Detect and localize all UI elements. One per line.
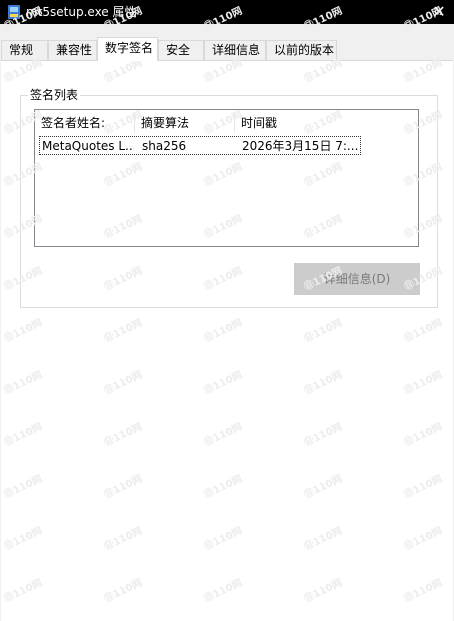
tab-compatibility[interactable]: 兼容性	[48, 40, 97, 60]
tab-previous-versions[interactable]: 以前的版本	[266, 40, 337, 60]
tab-security[interactable]: 安全	[158, 40, 204, 60]
signer-name-cell: MetaQuotes L...	[42, 139, 134, 153]
digest-algorithm-cell: sha256	[142, 139, 187, 153]
timestamp-cell: 2026年3月15日 7:...	[242, 139, 359, 153]
tab-general[interactable]: 常规	[1, 40, 48, 60]
signature-list-label: 签名列表	[28, 87, 81, 103]
tab-digital-signatures[interactable]: 数字签名	[97, 37, 158, 61]
